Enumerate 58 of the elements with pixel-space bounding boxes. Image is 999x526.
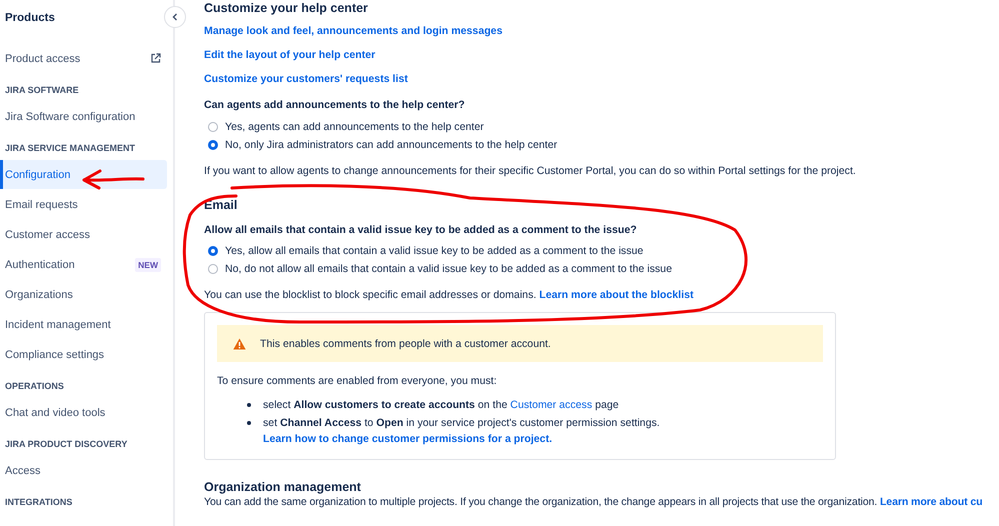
step-text: select Allow customers to create accounts on the Customer access page xyxy=(263,398,619,413)
section-heading: JIRA PRODUCT DISCOVERY xyxy=(4,438,128,451)
settings-link[interactable]: Edit the layout of your help center xyxy=(204,48,376,62)
item-label: Organizations xyxy=(5,288,73,300)
item-label: Access xyxy=(5,464,40,476)
sidebar-item[interactable]: Email requests xyxy=(0,190,167,219)
item-label: Product access xyxy=(5,52,80,64)
item-label: Authentication xyxy=(5,258,75,270)
external-link-icon xyxy=(150,53,161,64)
item-label: Incident management xyxy=(5,318,111,330)
sidebar-title: Products xyxy=(4,11,56,25)
bullet-icon xyxy=(247,421,251,425)
section-title: Customize your help center xyxy=(204,0,369,16)
learn-more-link[interactable]: Learn more about cu xyxy=(880,496,982,508)
radio-button[interactable] xyxy=(208,140,218,150)
warning-icon xyxy=(233,338,246,350)
note-text: You can add the same organization to multiple projects. If you change the organization, the change appears in all projects that use the organization. Learn more about cu xyxy=(204,495,984,509)
item-label: Chat and video tools xyxy=(5,406,106,418)
step-text: set Channel Access to Open in your service project's customer permission settings. Learn how to change customer permissions for a project. xyxy=(263,416,660,447)
collapse-button[interactable] xyxy=(164,6,186,28)
radio-button[interactable] xyxy=(208,264,218,274)
sidebar-item[interactable]: Authentication NEW xyxy=(0,250,167,279)
radio-button[interactable] xyxy=(208,246,218,256)
sidebar-item[interactable]: Chat and video tools xyxy=(0,398,167,427)
sidebar-item[interactable]: Access xyxy=(0,456,167,485)
sidebar-item[interactable]: Jira Software configuration xyxy=(0,102,167,131)
arrow-annotation xyxy=(82,170,144,190)
sidebar-item[interactable]: Customer access xyxy=(0,220,167,249)
sidebar-item[interactable]: Product access xyxy=(0,44,167,73)
bullet-icon xyxy=(247,403,251,407)
section-title: Organization management xyxy=(204,479,362,495)
item-label: Jira Software configuration xyxy=(5,110,136,122)
item-label: Customer access xyxy=(5,228,90,240)
item-label: Configuration xyxy=(5,168,70,180)
item-label: Email requests xyxy=(5,198,78,210)
radio-button[interactable] xyxy=(208,122,218,132)
item-label: Compliance settings xyxy=(5,348,104,360)
new-badge: NEW xyxy=(135,258,161,272)
intro-text: To ensure comments are enabled from everyone, you must: xyxy=(217,374,498,388)
question-text: Can agents add announcements to the help center? xyxy=(204,98,466,112)
settings-link[interactable]: Customize your customers' requests list xyxy=(204,72,408,86)
permissions-link[interactable]: Learn how to change customer permissions for a project. xyxy=(263,433,552,445)
note-text: If you want to allow agents to change announcements for their specific Customer Portal, you can do so within Portal settings for the project. xyxy=(204,164,857,178)
chevron-left-icon xyxy=(171,13,179,21)
question-text: Allow all emails that contain a valid issue key to be added as a comment to the issue? xyxy=(204,223,638,237)
section-heading: OPERATIONS xyxy=(4,380,65,393)
warning-text: This enables comments from people with a customer account. xyxy=(260,338,551,350)
section-heading: INTEGRATIONS xyxy=(4,496,74,509)
sidebar-item[interactable]: Organizations xyxy=(0,280,167,309)
section-heading: JIRA SERVICE MANAGEMENT xyxy=(4,142,136,155)
sidebar-item[interactable]: Configuration xyxy=(0,160,167,189)
sidebar-item[interactable]: Incident management xyxy=(0,310,167,339)
sidebar-item[interactable]: Compliance settings xyxy=(0,340,167,369)
note-text: You can use the blocklist to block specific email addresses or domains. Learn more about the blocklist xyxy=(204,288,694,302)
section-heading: JIRA SOFTWARE xyxy=(4,84,80,97)
settings-link[interactable]: Manage look and feel, announcements and login messages xyxy=(204,24,502,38)
blocklist-link[interactable]: Learn more about the blocklist xyxy=(539,289,694,301)
customer-access-link[interactable]: Customer access xyxy=(510,399,592,411)
